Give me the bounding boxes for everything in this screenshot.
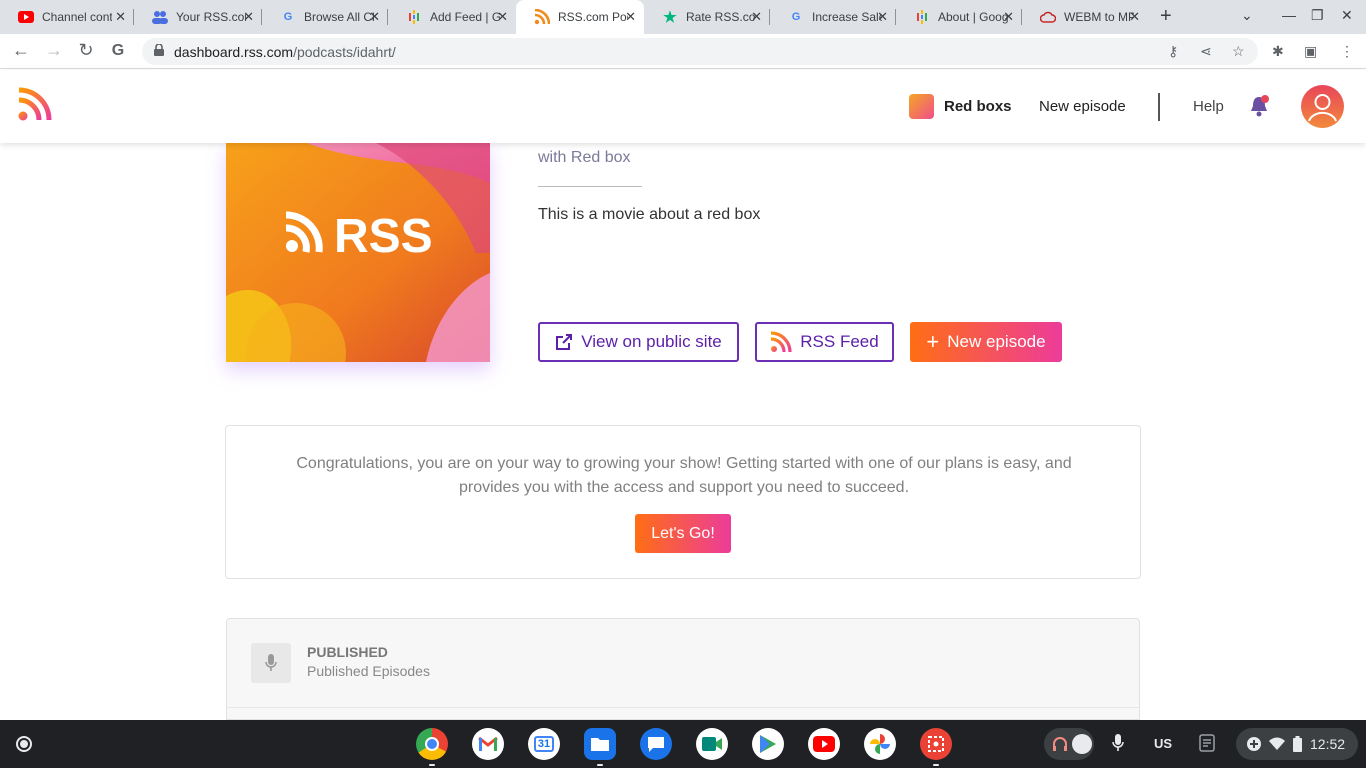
close-tab-icon[interactable]: ✕ bbox=[1129, 9, 1140, 25]
view-public-site-button[interactable]: View on public site bbox=[538, 322, 739, 362]
tab-rss-podcasts[interactable]: RSS.com Podcasts ✕ bbox=[516, 0, 644, 34]
bookmark-star-icon[interactable]: ☆ bbox=[1232, 43, 1245, 60]
published-subheading: Published Episodes bbox=[307, 663, 430, 679]
address-bar[interactable]: dashboard.rss.com/podcasts/idahrt/ ⚷ ⋖ ☆ bbox=[142, 38, 1258, 65]
close-tab-icon[interactable]: ✕ bbox=[369, 9, 380, 25]
tab-search-chevron-icon[interactable]: ⌄ bbox=[1241, 7, 1253, 24]
meet-icon[interactable] bbox=[696, 728, 728, 760]
restore-icon[interactable]: ❐ bbox=[1311, 7, 1324, 24]
lets-go-button[interactable]: Let's Go! bbox=[635, 514, 731, 553]
url-text: dashboard.rss.com/podcasts/idahrt/ bbox=[174, 44, 396, 60]
wifi-icon bbox=[1269, 737, 1285, 754]
tab-rate-rss[interactable]: ★ Rate RSS.com ✕ bbox=[644, 0, 770, 34]
header-divider bbox=[1158, 93, 1160, 121]
close-tab-icon[interactable]: ✕ bbox=[751, 9, 762, 25]
google-icon: G bbox=[791, 11, 801, 23]
extensions-icon[interactable]: ✱ bbox=[1272, 43, 1284, 60]
promo-message: Congratulations, you are on your way to … bbox=[296, 455, 1072, 496]
rss-logo-icon[interactable] bbox=[18, 87, 52, 121]
reload-icon[interactable]: ↻ bbox=[75, 40, 97, 61]
podcasts-icon bbox=[914, 9, 930, 25]
help-link[interactable]: Help bbox=[1193, 98, 1224, 115]
photos-icon[interactable] bbox=[864, 728, 896, 760]
podcast-thumbnail bbox=[909, 94, 934, 119]
menu-icon[interactable]: ⋮ bbox=[1340, 43, 1354, 60]
battery-icon bbox=[1293, 736, 1302, 755]
close-tab-icon[interactable]: ✕ bbox=[1003, 9, 1014, 25]
rss-icon bbox=[770, 331, 792, 353]
youtube-icon[interactable] bbox=[808, 728, 840, 760]
tray-avatar bbox=[1072, 734, 1092, 754]
bell-icon[interactable] bbox=[1249, 94, 1271, 118]
side-panel-icon[interactable]: ▣ bbox=[1304, 43, 1317, 60]
calendar-icon[interactable]: 31 bbox=[528, 728, 560, 760]
microphone-icon bbox=[251, 643, 291, 683]
new-episode-button[interactable]: + New episode bbox=[910, 322, 1062, 362]
close-tab-icon[interactable]: ✕ bbox=[877, 9, 888, 25]
clock: 12:52 bbox=[1310, 736, 1346, 752]
media-controls[interactable] bbox=[1044, 728, 1094, 760]
add-circle-icon bbox=[1246, 736, 1262, 755]
play-store-icon[interactable] bbox=[752, 728, 784, 760]
rss-icon bbox=[534, 9, 550, 25]
chrome-icon[interactable] bbox=[416, 728, 448, 760]
people-icon bbox=[152, 9, 168, 25]
podcast-switcher[interactable]: Red boxs bbox=[909, 94, 1012, 119]
plus-icon: + bbox=[926, 329, 940, 354]
upgrade-promo-card: Congratulations, you are on your way to … bbox=[225, 425, 1141, 579]
close-tab-icon[interactable]: ✕ bbox=[115, 9, 126, 25]
published-heading: PUBLISHED bbox=[307, 644, 388, 660]
lock-icon bbox=[154, 44, 164, 56]
share-icon[interactable]: ⋖ bbox=[1200, 43, 1212, 60]
tab-channel-content[interactable]: Channel content ✕ bbox=[0, 0, 134, 34]
gmail-icon[interactable] bbox=[472, 728, 504, 760]
screen-capture-icon[interactable] bbox=[920, 728, 952, 760]
trustpilot-star-icon: ★ bbox=[663, 9, 677, 26]
tab-browse-all[interactable]: G Browse All Channels ✕ bbox=[262, 0, 388, 34]
site-header: Red boxs New episode Help bbox=[0, 70, 1366, 143]
tab-webm-to-mp4[interactable]: WEBM to MP4 ✕ bbox=[1022, 0, 1148, 34]
back-icon[interactable]: ← bbox=[10, 40, 32, 61]
new-tab-icon[interactable]: + bbox=[1160, 5, 1172, 28]
podcast-description: This is a movie about a red box bbox=[538, 206, 761, 223]
tab-about-google[interactable]: About | Google ✕ bbox=[896, 0, 1022, 34]
published-episodes-section: PUBLISHED Published Episodes bbox=[226, 618, 1140, 720]
close-tab-icon[interactable]: ✕ bbox=[625, 9, 636, 25]
microphone-icon[interactable] bbox=[1112, 734, 1124, 755]
headphones-icon bbox=[1052, 736, 1068, 755]
forward-icon[interactable]: → bbox=[43, 40, 65, 61]
google-icon[interactable]: G bbox=[107, 42, 129, 60]
close-tab-icon[interactable]: ✕ bbox=[243, 9, 254, 25]
podcasts-icon bbox=[406, 9, 422, 25]
clipboard-icon[interactable] bbox=[1199, 734, 1215, 755]
rss-feed-button[interactable]: RSS Feed bbox=[755, 322, 894, 362]
keyboard-layout[interactable]: US bbox=[1154, 736, 1172, 751]
tab-your-rss[interactable]: Your RSS.com ✕ bbox=[134, 0, 262, 34]
launcher-icon[interactable] bbox=[16, 736, 32, 752]
cloud-convert-icon bbox=[1040, 9, 1056, 25]
podcast-subtitle: with Red box bbox=[538, 149, 631, 166]
key-icon[interactable]: ⚷ bbox=[1168, 43, 1178, 60]
tab-increase-sales[interactable]: G Increase Sales ✕ bbox=[770, 0, 896, 34]
external-link-icon bbox=[555, 333, 573, 351]
browser-tab-strip: Channel content ✕ Your RSS.com ✕ G Brows… bbox=[0, 0, 1366, 34]
google-icon: G bbox=[283, 11, 293, 23]
youtube-icon bbox=[18, 9, 34, 25]
subtitle-divider bbox=[538, 186, 642, 187]
podcast-cover-art: RSS bbox=[226, 143, 490, 362]
tab-add-feed[interactable]: Add Feed | Google ✕ bbox=[388, 0, 516, 34]
status-area[interactable]: 12:52 bbox=[1236, 728, 1358, 760]
browser-toolbar: ← → ↻ G dashboard.rss.com/podcasts/idahr… bbox=[0, 34, 1366, 69]
close-window-icon[interactable]: ✕ bbox=[1341, 7, 1353, 24]
header-new-episode-link[interactable]: New episode bbox=[1039, 98, 1126, 115]
system-shelf: 31 US 12:52 bbox=[0, 720, 1366, 768]
messages-icon[interactable] bbox=[640, 728, 672, 760]
minimize-icon[interactable]: — bbox=[1282, 7, 1296, 23]
close-tab-icon[interactable]: ✕ bbox=[497, 9, 508, 25]
user-avatar[interactable] bbox=[1301, 85, 1344, 128]
cover-rss-text: RSS bbox=[334, 210, 433, 263]
files-icon[interactable] bbox=[584, 728, 616, 760]
